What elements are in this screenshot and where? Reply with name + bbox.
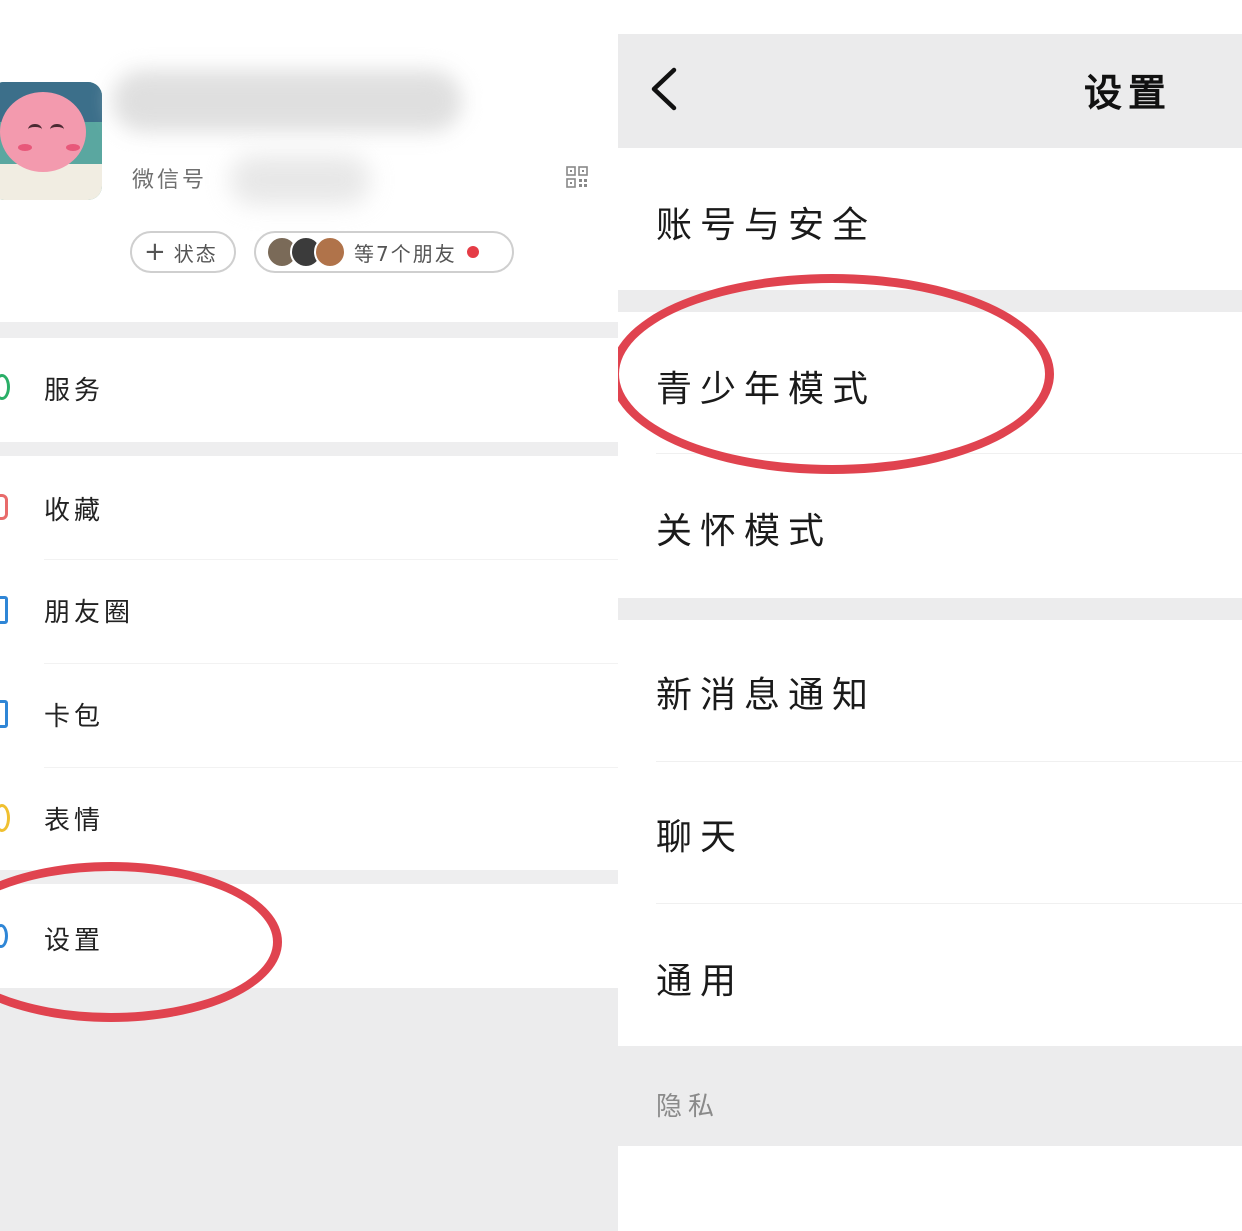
- moments-icon: [0, 596, 8, 624]
- avatar[interactable]: [0, 82, 102, 200]
- settings-item-label: 关怀模式: [656, 511, 833, 552]
- settings-item-general[interactable]: 通用: [618, 904, 1242, 1046]
- me-page: 微信号 + 状态 等7个朋友 服务 收藏 朋友圈 卡包 表情 设置: [0, 0, 618, 1231]
- blurred-wechat-id: [230, 155, 370, 205]
- menu-item-stickers[interactable]: 表情: [0, 768, 618, 870]
- avatar-blush: [18, 144, 32, 151]
- settings-page: 设置 账号与安全 青少年模式 关怀模式 新消息通知 聊天 通用 隐私: [618, 0, 1242, 1231]
- section-gap: [618, 598, 1242, 620]
- page-background: [0, 988, 618, 1231]
- status-button-label: 状态: [173, 241, 218, 266]
- cards-icon: [0, 700, 8, 728]
- settings-item-label: 新消息通知: [656, 675, 877, 716]
- unread-dot: [466, 246, 479, 258]
- avatar-face: [0, 92, 86, 172]
- settings-item-notifications[interactable]: 新消息通知: [618, 620, 1242, 762]
- avatar-blush: [66, 144, 80, 151]
- menu-item-label: 设置: [44, 926, 105, 956]
- settings-item-teen-mode[interactable]: 青少年模式: [618, 312, 1242, 454]
- settings-item-chat[interactable]: 聊天: [618, 762, 1242, 904]
- wechat-id-label: 微信号: [132, 168, 208, 193]
- menu-item-label: 服务: [44, 376, 105, 406]
- section-header-privacy: 隐私: [618, 1046, 1242, 1146]
- settings-item-label: 青少年模式: [656, 369, 877, 410]
- menu-item-label: 表情: [44, 806, 105, 836]
- sticker-icon: [0, 804, 10, 832]
- section-header-label: 隐私: [656, 1092, 721, 1122]
- favorites-icon: [0, 494, 8, 520]
- menu-item-service[interactable]: 服务: [0, 338, 618, 442]
- back-arrow-icon[interactable]: [648, 64, 688, 114]
- page-title: 设置: [1084, 71, 1173, 115]
- settings-item-blank: [618, 1146, 1242, 1231]
- settings-item-label: 账号与安全: [656, 205, 877, 246]
- menu-item-label: 收藏: [44, 496, 105, 526]
- menu-item-moments[interactable]: 朋友圈: [0, 560, 618, 664]
- qr-code-icon[interactable]: [566, 166, 588, 188]
- settings-icon: [0, 924, 8, 948]
- menu-item-settings[interactable]: 设置: [0, 884, 618, 988]
- settings-item-care-mode[interactable]: 关怀模式: [618, 454, 1242, 598]
- section-gap: [0, 322, 618, 338]
- plus-icon: +: [144, 237, 166, 267]
- section-gap: [0, 442, 618, 456]
- settings-item-account-security[interactable]: 账号与安全: [618, 148, 1242, 290]
- menu-item-label: 卡包: [44, 702, 105, 732]
- section-gap: [618, 290, 1242, 312]
- avatar-eye: [50, 124, 64, 135]
- menu-item-cards[interactable]: 卡包: [0, 664, 618, 768]
- settings-item-label: 聊天: [656, 817, 745, 858]
- friends-status-label: 等7个朋友: [354, 241, 457, 266]
- section-gap: [0, 870, 618, 884]
- menu-item-label: 朋友圈: [44, 598, 135, 628]
- friends-status-button[interactable]: 等7个朋友: [254, 231, 514, 273]
- blurred-nickname: [112, 70, 462, 132]
- service-icon: [0, 374, 10, 400]
- friend-avatar: [314, 236, 346, 268]
- navigation-bar: 设置: [618, 34, 1242, 148]
- status-button[interactable]: + 状态: [130, 231, 236, 273]
- menu-item-favorites[interactable]: 收藏: [0, 456, 618, 560]
- avatar-eye: [28, 124, 42, 135]
- settings-item-label: 通用: [656, 961, 745, 1002]
